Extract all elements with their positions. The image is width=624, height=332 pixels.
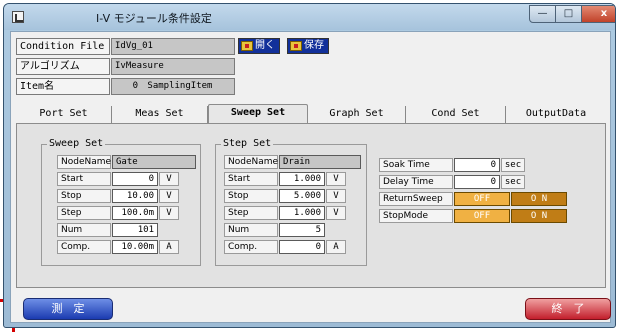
sweep-stop-label: Stop	[57, 189, 111, 203]
exit-button[interactable]: 終 了	[525, 298, 611, 320]
sweep-start-label: Start	[57, 172, 111, 186]
window: I-V モジュール条件設定 — □ x Condition File IdVg_…	[3, 3, 616, 328]
tab-meas-set[interactable]: Meas Set	[112, 106, 208, 123]
stop-mode-label: StopMode	[379, 209, 453, 223]
step-start-input[interactable]: 1.000	[279, 172, 325, 186]
sweep-set-title: Sweep Set	[47, 138, 106, 149]
step-step-input[interactable]: 1.000	[279, 206, 325, 220]
soak-time-label: Soak Time	[379, 158, 453, 172]
item-value: SamplingItem	[147, 81, 213, 91]
save-icon	[290, 41, 302, 51]
condition-file-value: IdVg_01	[111, 38, 235, 55]
sweep-stop-unit: V	[159, 189, 179, 203]
app-icon	[12, 11, 24, 23]
open-button-label: 開く	[255, 40, 275, 51]
tab-strip: Port Set Meas Set Sweep Set Graph Set Co…	[16, 104, 606, 124]
sweep-step-label: Step	[57, 206, 111, 220]
tab-graph-set[interactable]: Graph Set	[308, 106, 406, 123]
folder-icon	[241, 41, 253, 51]
return-sweep-off-toggle[interactable]: OFF	[454, 192, 510, 206]
tab-sweep-set[interactable]: Sweep Set	[208, 104, 308, 124]
sweep-set-group: Sweep Set NodeName Gate Start 0 V Stop 1…	[41, 138, 201, 266]
open-button[interactable]: 開く	[238, 38, 280, 54]
stop-mode-on-toggle[interactable]: O N	[511, 209, 567, 223]
sweep-num-label: Num	[57, 223, 111, 237]
save-button[interactable]: 保存	[287, 38, 329, 54]
sweep-stop-input[interactable]: 10.00	[112, 189, 158, 203]
step-comp-input[interactable]: 0	[279, 240, 325, 254]
delay-time-label: Delay Time	[379, 175, 453, 189]
sweep-nodename-label: NodeName	[57, 155, 111, 169]
tab-port-set[interactable]: Port Set	[16, 106, 112, 123]
close-button[interactable]: x	[581, 5, 615, 23]
item-value-box: 0 SamplingItem	[111, 78, 235, 95]
tab-cond-set[interactable]: Cond Set	[406, 106, 506, 123]
sweep-set-panel: Sweep Set NodeName Gate Start 0 V Stop 1…	[16, 123, 606, 288]
sweep-step-input[interactable]: 100.0m	[112, 206, 158, 220]
sweep-start-input[interactable]: 0	[112, 172, 158, 186]
step-start-label: Start	[224, 172, 278, 186]
sweep-comp-label: Comp.	[57, 240, 111, 254]
step-set-group: Step Set NodeName Drain Start 1.000 V St…	[215, 138, 367, 266]
step-step-unit: V	[326, 206, 346, 220]
save-button-label: 保存	[304, 40, 324, 51]
stop-mode-off-toggle[interactable]: OFF	[454, 209, 510, 223]
sweep-step-unit: V	[159, 206, 179, 220]
step-nodename-value: Drain	[279, 155, 361, 169]
return-sweep-on-toggle[interactable]: O N	[511, 192, 567, 206]
condition-file-label: Condition File	[16, 38, 110, 55]
sweep-num-input[interactable]: 101	[112, 223, 158, 237]
step-stop-input[interactable]: 5.000	[279, 189, 325, 203]
step-comp-unit: A	[326, 240, 346, 254]
step-num-label: Num	[224, 223, 278, 237]
step-stop-unit: V	[326, 189, 346, 203]
step-num-input[interactable]: 5	[279, 223, 325, 237]
sweep-nodename-value: Gate	[112, 155, 196, 169]
sweep-comp-unit: A	[159, 240, 179, 254]
algorithm-value: IvMeasure	[111, 58, 235, 75]
window-title: I-V モジュール条件設定	[96, 12, 212, 25]
step-comp-label: Comp.	[224, 240, 278, 254]
sweep-start-unit: V	[159, 172, 179, 186]
delay-time-input[interactable]: 0	[454, 175, 500, 189]
sweep-comp-input[interactable]: 10.00m	[112, 240, 158, 254]
tab-output-data[interactable]: OutputData	[506, 106, 606, 123]
step-step-label: Step	[224, 206, 278, 220]
algorithm-label: アルゴリズム	[16, 58, 110, 75]
step-set-title: Step Set	[221, 138, 274, 149]
delay-time-unit: sec	[501, 175, 525, 189]
item-label: Item名	[16, 78, 110, 95]
step-nodename-label: NodeName	[224, 155, 278, 169]
return-sweep-label: ReturnSweep	[379, 192, 453, 206]
soak-time-unit: sec	[501, 158, 525, 172]
soak-time-input[interactable]: 0	[454, 158, 500, 172]
step-start-unit: V	[326, 172, 346, 186]
step-stop-label: Stop	[224, 189, 278, 203]
measure-button[interactable]: 測 定	[23, 298, 113, 320]
minimize-button[interactable]: —	[529, 5, 556, 23]
maximize-button[interactable]: □	[555, 5, 582, 23]
client-area: Condition File IdVg_01 開く 保存 アルゴリズム IvMe…	[10, 31, 611, 323]
item-number: 0	[132, 81, 138, 91]
title-bar[interactable]: I-V モジュール条件設定 — □ x	[4, 4, 615, 30]
